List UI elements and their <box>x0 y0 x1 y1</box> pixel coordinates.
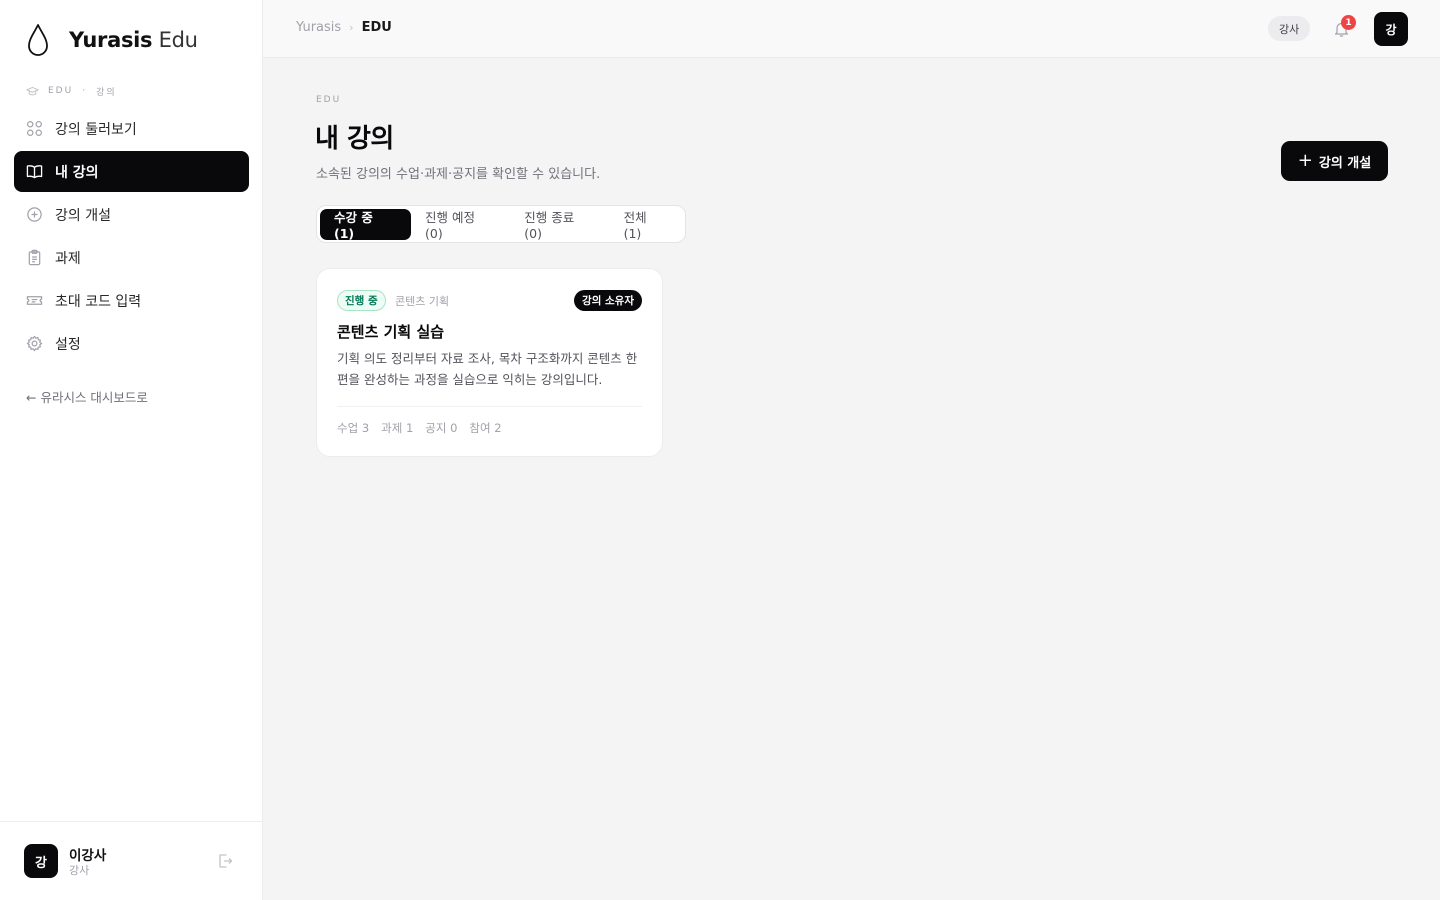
back-to-dashboard-link[interactable]: ← 유라시스 대시보드로 <box>26 387 148 406</box>
stat-notices: 공지 0 <box>425 421 458 435</box>
plus-circle-icon <box>27 207 42 222</box>
sidebar-item-browse-courses[interactable]: 강의 둘러보기 <box>14 108 249 149</box>
gear-icon <box>26 335 43 352</box>
book-open-icon <box>26 165 43 179</box>
tab-enrolled[interactable]: 수강 중 (1) <box>320 208 411 241</box>
page-eyebrow: EDU <box>316 95 342 105</box>
sidebar-item-label: 과제 <box>55 250 81 267</box>
sidebar-item-label: 강의 둘러보기 <box>55 121 137 138</box>
sidebar-item-invite-code[interactable]: 초대 코드 입력 <box>14 280 249 321</box>
sidebar-nav: 강의 둘러보기 내 강의 강의 개설 과제 초대 코드 입력 설정 <box>14 108 249 366</box>
card-divider <box>337 406 642 407</box>
breadcrumb-current: EDU <box>361 20 392 35</box>
sidebar-item-label: 초대 코드 입력 <box>55 293 142 310</box>
droplet-icon <box>28 24 48 56</box>
section-label-left: EDU <box>48 86 74 96</box>
plus-icon: + <box>1297 150 1313 171</box>
sidebar: Yurasis Edu EDU · 강의 강의 둘러보기 내 강의 강의 개설 … <box>0 0 263 900</box>
tab-all[interactable]: 전체 (1) <box>610 209 682 241</box>
logout-icon[interactable] <box>217 853 233 869</box>
brand-logo[interactable]: Yurasis Edu <box>26 22 198 58</box>
breadcrumb-root[interactable]: Yurasis <box>296 20 341 35</box>
user-name: 이강사 <box>69 848 107 864</box>
sidebar-item-assignments[interactable]: 과제 <box>14 237 249 278</box>
create-course-button[interactable]: + 강의 개설 <box>1281 141 1388 181</box>
avatar[interactable]: 강 <box>24 844 58 878</box>
brand-name: Yurasis Edu <box>69 28 198 52</box>
section-label-right: 강의 <box>96 87 117 98</box>
status-badge: 진행 중 <box>337 290 386 311</box>
stat-assignments: 과제 1 <box>381 421 414 435</box>
sidebar-section-label: EDU · 강의 <box>26 84 117 98</box>
sidebar-item-label: 강의 개설 <box>55 207 111 224</box>
stat-participants: 참여 2 <box>469 421 502 435</box>
course-card[interactable]: 진행 중 콘텐츠 기획 강의 소유자 콘텐츠 기획 실습 기획 의도 정리부터 … <box>316 268 663 457</box>
ticket-icon <box>26 296 43 305</box>
sidebar-item-my-courses[interactable]: 내 강의 <box>14 151 249 192</box>
sidebar-item-create-course[interactable]: 강의 개설 <box>14 194 249 235</box>
graduation-cap-icon <box>26 86 39 95</box>
clipboard-icon <box>28 249 41 266</box>
avatar[interactable]: 강 <box>1374 12 1408 46</box>
sidebar-item-label: 내 강의 <box>55 164 99 181</box>
breadcrumb-separator: › <box>349 21 354 34</box>
role-badge: 강사 <box>1268 16 1311 41</box>
user-profile: 강 이강사 강사 <box>0 821 262 900</box>
grid-icon <box>26 120 43 137</box>
owner-badge: 강의 소유자 <box>574 290 642 311</box>
course-status-tabs: 수강 중 (1) 진행 예정 (0) 진행 종료 (0) 전체 (1) <box>316 205 686 243</box>
sidebar-item-settings[interactable]: 설정 <box>14 323 249 364</box>
sidebar-item-label: 설정 <box>55 336 81 353</box>
section-label-dot: · <box>82 86 88 96</box>
stat-lessons: 수업 3 <box>337 421 370 435</box>
course-stats: 수업 3 과제 1 공지 0 참여 2 <box>337 420 514 436</box>
tab-ended[interactable]: 진행 종료 (0) <box>510 209 609 241</box>
page-subtitle: 소속된 강의의 수업·과제·공지를 확인할 수 있습니다. <box>316 167 601 182</box>
page-title: 내 강의 <box>315 124 394 154</box>
course-title: 콘텐츠 기획 실습 <box>337 323 445 341</box>
course-category: 콘텐츠 기획 <box>395 295 450 308</box>
breadcrumb: Yurasis › EDU <box>296 20 392 35</box>
course-description: 기획 의도 정리부터 자료 조사, 목차 구조화까지 콘텐츠 한 편을 완성하는… <box>337 351 638 387</box>
top-header: Yurasis › EDU 강사 1 강 <box>263 0 1440 58</box>
user-role: 강사 <box>69 864 90 877</box>
tab-upcoming[interactable]: 진행 예정 (0) <box>411 209 510 241</box>
create-course-label: 강의 개설 <box>1318 155 1372 171</box>
notification-count-badge: 1 <box>1341 15 1356 30</box>
